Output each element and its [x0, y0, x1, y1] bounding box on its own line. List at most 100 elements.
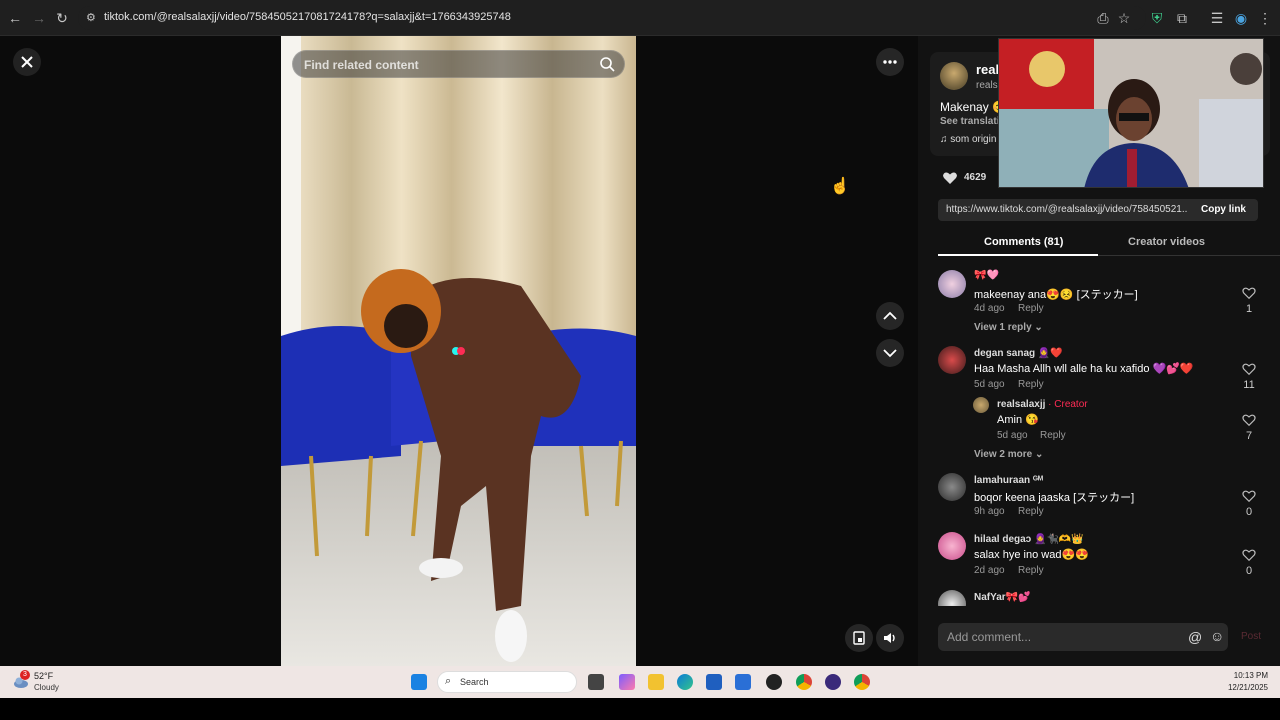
chevron-down-icon: [883, 349, 897, 358]
close-button[interactable]: [13, 48, 41, 76]
find-related-search[interactable]: Find related content: [292, 50, 625, 78]
taskbar-search-label: Search: [460, 677, 489, 687]
menu-icon[interactable]: ⋮: [1256, 9, 1274, 27]
forward-icon[interactable]: →: [30, 9, 48, 27]
search-icon: ⌕: [445, 675, 452, 687]
notification-badge: 3: [20, 670, 30, 680]
clock-time[interactable]: 10:13 PM: [1234, 671, 1268, 680]
share-link-box[interactable]: https://www.tiktok.com/@realsalaxjj/vide…: [938, 199, 1258, 221]
picture-in-picture-button[interactable]: [845, 624, 873, 652]
comment-author[interactable]: lamahuraan ᴳᴹ: [974, 475, 1043, 486]
like-count: 4629: [964, 172, 987, 183]
file-explorer-icon[interactable]: [648, 674, 664, 690]
weather-description: Cloudy: [34, 683, 59, 692]
reply-author[interactable]: realsalaxjj · Creator: [997, 399, 1088, 410]
comment-text: boqor keena jaaska [ステッカー]: [974, 492, 1135, 504]
obs-icon[interactable]: [825, 674, 841, 690]
close-icon: [21, 56, 33, 68]
webcam-overlay: [998, 38, 1264, 188]
video-frame: [281, 36, 636, 666]
copilot-icon[interactable]: [619, 674, 635, 690]
volume-button[interactable]: [876, 624, 904, 652]
creator-badge: · Creator: [1045, 399, 1088, 410]
author-avatar[interactable]: [940, 62, 968, 90]
extensions-icon[interactable]: ⧉: [1173, 9, 1191, 27]
reply-time: 5d ago: [997, 430, 1028, 441]
comment-reply-button[interactable]: Reply: [1018, 379, 1044, 390]
mail-icon[interactable]: [735, 674, 751, 690]
search-icon[interactable]: [598, 55, 616, 73]
taskbar-search[interactable]: ⌕ Search: [437, 671, 577, 693]
comment-reply-button[interactable]: Reply: [1018, 565, 1044, 576]
music-link[interactable]: ♫ som origin: [940, 134, 996, 145]
comment-like-icon[interactable]: [1242, 362, 1256, 376]
more-icon: [883, 60, 897, 64]
previous-video-button[interactable]: [876, 302, 904, 330]
see-translation-link[interactable]: See translati: [940, 116, 999, 127]
comment-avatar[interactable]: [938, 532, 966, 560]
comment-like-icon[interactable]: [1242, 548, 1256, 562]
reply-avatar[interactable]: [973, 397, 989, 413]
mention-icon[interactable]: @: [1188, 629, 1202, 645]
add-comment-input[interactable]: Add comment... @ ☺: [938, 623, 1228, 651]
site-info-icon[interactable]: ⚙: [86, 11, 96, 24]
comment-time: 2d ago: [974, 565, 1005, 576]
comment-reply-button[interactable]: Reply: [1018, 506, 1044, 517]
comment-like-icon[interactable]: [1242, 286, 1256, 300]
view-replies-button[interactable]: View 1 reply ⌄: [974, 322, 1043, 333]
profile-icon[interactable]: ◉: [1232, 9, 1250, 27]
browser-toolbar: ← → ↻ ⚙ tiktok.com/@realsalaxjj/video/75…: [0, 0, 1280, 36]
extension-shield-icon[interactable]: ⛨: [1148, 9, 1166, 27]
reply-reply-button[interactable]: Reply: [1040, 430, 1066, 441]
chrome-icon[interactable]: [796, 674, 812, 690]
address-bar[interactable]: ⚙ tiktok.com/@realsalaxjj/video/75845052…: [78, 6, 1146, 30]
panel-tabs: Comments (81) Creator videos: [938, 232, 1280, 256]
weather-temperature: 52°F: [34, 671, 54, 681]
weather-widget[interactable]: 3: [12, 670, 30, 691]
emoji-icon[interactable]: ☺: [1210, 628, 1224, 644]
video-stage: Find related content ☝: [0, 36, 918, 666]
view-more-replies-button[interactable]: View 2 more ⌄: [974, 449, 1043, 460]
reply-like-count: 7: [1245, 430, 1253, 442]
comment-author[interactable]: NafYar🎀💕: [974, 592, 1031, 603]
video-description: Makenay 😊: [940, 100, 1007, 114]
edge-icon[interactable]: [677, 674, 693, 690]
comment-author[interactable]: degan sanag 🧕❤️: [974, 348, 1063, 359]
store-icon[interactable]: [706, 674, 722, 690]
tab-comments[interactable]: Comments (81): [984, 236, 1063, 248]
copy-link-button[interactable]: Copy link: [1201, 204, 1246, 215]
back-icon[interactable]: ←: [6, 9, 24, 27]
comment-like-icon[interactable]: [1242, 489, 1256, 503]
app-icon[interactable]: [766, 674, 782, 690]
video-details-panel: real realsa Makenay 😊 See translati ♫ so…: [918, 36, 1280, 666]
author-name[interactable]: real: [976, 62, 999, 77]
comment-time: 4d ago: [974, 303, 1005, 314]
chrome-profile-icon[interactable]: [854, 674, 870, 690]
comment-author[interactable]: 🎀🩷: [974, 270, 999, 281]
comment-avatar[interactable]: [938, 270, 966, 298]
windows-start-icon[interactable]: [411, 674, 427, 690]
reply-like-icon[interactable]: [1242, 413, 1256, 427]
reply-text: Amin 😘: [997, 414, 1039, 426]
next-video-button[interactable]: [876, 339, 904, 367]
bookmark-star-icon[interactable]: ☆: [1115, 9, 1133, 27]
comment-reply-button[interactable]: Reply: [1018, 303, 1044, 314]
clock-date[interactable]: 12/21/2025: [1228, 683, 1268, 692]
reload-icon[interactable]: ↻: [53, 9, 71, 27]
more-options-button[interactable]: [876, 48, 904, 76]
comment-avatar[interactable]: [938, 590, 966, 606]
comment-avatar[interactable]: [938, 346, 966, 374]
comment-avatar[interactable]: [938, 473, 966, 501]
task-view-icon[interactable]: [588, 674, 604, 690]
tab-creator-videos[interactable]: Creator videos: [1128, 236, 1205, 248]
tab-search-icon[interactable]: ☰: [1208, 9, 1226, 27]
post-button[interactable]: Post: [1241, 631, 1261, 642]
address-text: tiktok.com/@realsalaxjj/video/7584505217…: [104, 11, 511, 23]
video-player[interactable]: [281, 36, 636, 666]
volume-icon: [884, 633, 895, 643]
share-link-text: https://www.tiktok.com/@realsalaxjj/vide…: [946, 204, 1188, 215]
like-icon[interactable]: [942, 170, 958, 186]
pip-icon: [853, 631, 865, 645]
comment-author[interactable]: hilaal degaɔ 🧕🐈‍⬛🫶👑: [974, 534, 1084, 545]
install-icon[interactable]: ⎙: [1094, 9, 1112, 27]
